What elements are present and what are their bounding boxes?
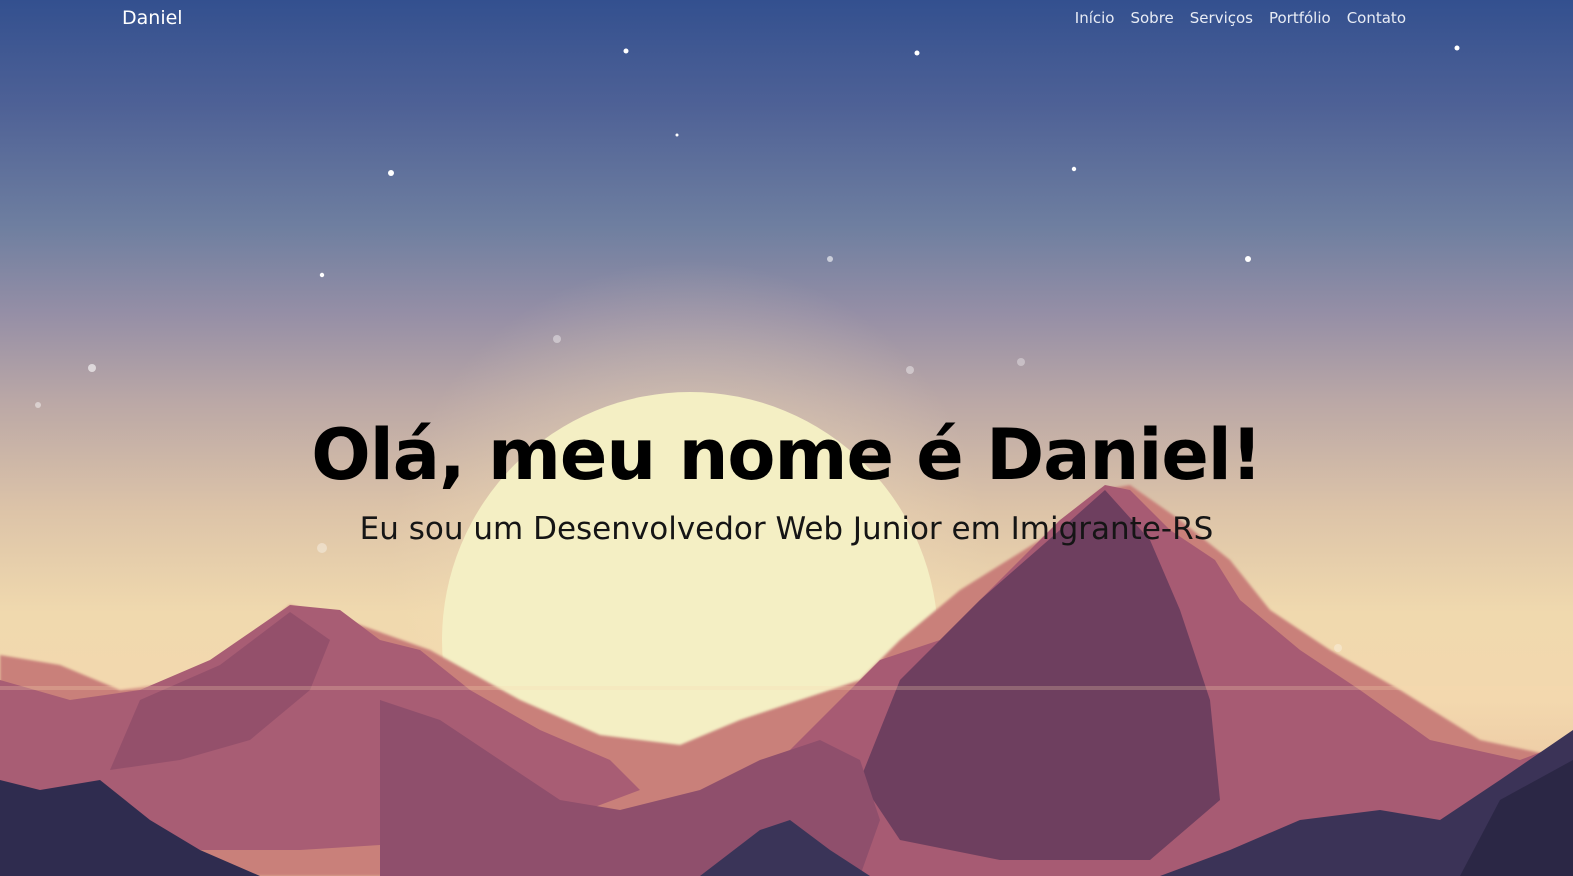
nav-link-servicos[interactable]: Serviços xyxy=(1190,9,1253,27)
star xyxy=(1071,166,1077,172)
navbar: Daniel Início Sobre Serviços Portfólio C… xyxy=(0,0,1573,40)
star xyxy=(1454,45,1460,51)
star xyxy=(675,133,679,137)
star xyxy=(35,402,41,408)
hero-section: Daniel Início Sobre Serviços Portfólio C… xyxy=(0,0,1573,876)
star xyxy=(319,272,325,278)
nav-link-contato[interactable]: Contato xyxy=(1347,9,1406,27)
star xyxy=(827,256,833,262)
hero-title: Olá, meu nome é Daniel! xyxy=(311,414,1262,496)
nav-link-inicio[interactable]: Início xyxy=(1075,9,1115,27)
star xyxy=(88,364,96,372)
nav-menu: Início Sobre Serviços Portfólio Contato xyxy=(1075,9,1406,27)
horizon-line xyxy=(0,686,1573,690)
star xyxy=(906,366,914,374)
hero-text-block: Olá, meu nome é Daniel! Eu sou um Desenv… xyxy=(0,412,1573,548)
star xyxy=(1017,358,1025,366)
star xyxy=(1245,256,1251,262)
hero-subtitle: Eu sou um Desenvolvedor Web Junior em Im… xyxy=(359,511,1214,547)
star xyxy=(623,48,629,54)
star xyxy=(553,335,561,343)
brand-logo-link[interactable]: Daniel xyxy=(122,7,183,29)
nav-link-sobre[interactable]: Sobre xyxy=(1130,9,1173,27)
star xyxy=(1334,644,1342,652)
nav-link-portfolio[interactable]: Portfólio xyxy=(1269,9,1331,27)
star xyxy=(388,170,394,176)
star xyxy=(914,50,920,56)
